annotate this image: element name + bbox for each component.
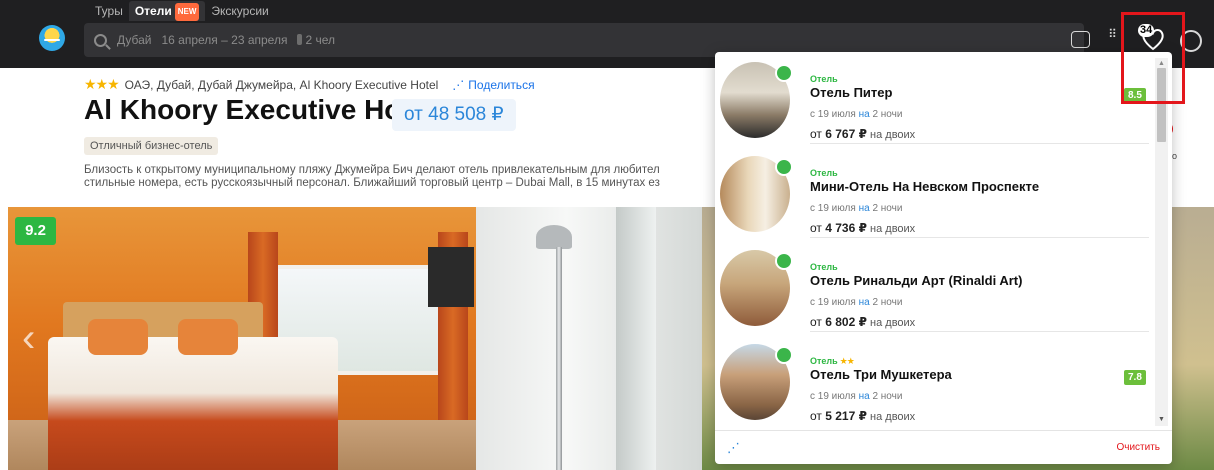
search-icon — [94, 33, 107, 47]
favorites-dropdown: Отель Отель Питер с 19 июля на 2 ночи от… — [715, 52, 1172, 464]
new-badge: NEW — [174, 3, 200, 21]
divider — [810, 237, 1149, 238]
item-dates: с 19 июля на 2 ночи — [810, 297, 903, 308]
item-price: от 4 736 ₽ на двоих — [810, 221, 916, 235]
item-name[interactable]: Отель Ринальди Арт (Rinaldi Art) — [810, 273, 1022, 288]
item-score-badge: 7.8 — [1124, 370, 1146, 385]
item-stars-icon: ★★ — [839, 356, 855, 366]
scroll-down-icon[interactable]: ▼ — [1155, 416, 1168, 426]
search-dates[interactable]: 16 апреля – 23 апреля — [162, 33, 288, 47]
photo-shower-pipe — [556, 247, 562, 470]
clear-button[interactable]: Очистить — [1116, 442, 1160, 453]
favorite-status-dot — [775, 64, 793, 82]
hotel-price[interactable]: от 48 508 ₽ — [392, 99, 516, 131]
photo-bed — [48, 337, 338, 470]
share-icon: ⋰ — [452, 77, 465, 92]
photo-shower-head — [536, 225, 572, 249]
item-price: от 6 767 ₽ на двоих — [810, 127, 916, 141]
divider — [810, 331, 1149, 332]
search-destination[interactable]: Дубай — [117, 33, 152, 47]
highlight-annotation — [1121, 12, 1185, 104]
breadcrumb-text[interactable]: ОАЭ, Дубай, Дубай Джумейра, Al Khoory Ex… — [125, 78, 439, 92]
item-kind: Отель — [810, 262, 838, 272]
photo-pillow — [88, 319, 148, 355]
favorite-item[interactable]: Отель Мини-Отель На Невском Проспекте с … — [715, 146, 1155, 240]
item-kind: Отель ★★ — [810, 356, 855, 366]
item-dates: с 19 июля на 2 ночи — [810, 391, 903, 402]
item-name[interactable]: Отель Три Мушкетера — [810, 367, 952, 382]
tab-tours[interactable]: Туры — [89, 1, 129, 21]
dropdown-footer: ⋰ Очистить — [715, 430, 1172, 464]
favorite-status-dot — [775, 252, 793, 270]
divider — [810, 143, 1149, 144]
hotel-tag: Отличный бизнес-отель — [84, 137, 219, 155]
chat-icon[interactable] — [1068, 28, 1092, 52]
page-title: Al Khoory Executive Hotel — [84, 94, 435, 125]
item-price: от 5 217 ₽ на двоих — [810, 409, 916, 423]
chevron-left-icon[interactable]: ‹ — [22, 313, 52, 363]
tab-excursions[interactable]: Экскурсии — [205, 1, 274, 21]
hotel-description: Близость к открытому муниципальному пляж… — [84, 164, 660, 189]
favorite-status-dot — [775, 158, 793, 176]
favorite-item[interactable]: Отель ★★ Отель Три Мушкетера с 19 июля на… — [715, 334, 1155, 428]
person-icon — [297, 34, 303, 45]
item-name[interactable]: Мини-Отель На Невском Проспекте — [810, 179, 1039, 194]
hotel-photo-bathroom[interactable] — [476, 207, 702, 470]
item-kind: Отель — [810, 74, 838, 84]
hotel-photo-room[interactable] — [8, 207, 476, 470]
tab-hotels[interactable]: Отели NEW — [128, 1, 206, 21]
breadcrumb: ★★★ ОАЭ, Дубай, Дубай Джумейра, Al Khoor… — [84, 76, 535, 93]
hotel-stars-icon: ★★★ — [84, 76, 120, 92]
favorite-item[interactable]: Отель Отель Питер с 19 июля на 2 ночи от… — [715, 52, 1155, 146]
search-guests[interactable]: 2 чел — [297, 33, 335, 47]
item-dates: с 19 июля на 2 ночи — [810, 109, 903, 120]
item-kind: Отель — [810, 168, 838, 178]
logo-icon[interactable] — [39, 25, 65, 51]
photo-glass — [616, 207, 656, 470]
product-tabs: Туры Отели NEW Экскурсии — [89, 0, 275, 22]
share-link[interactable]: ⋰ Поделиться — [452, 78, 534, 92]
share-icon[interactable]: ⋰ — [727, 440, 740, 456]
item-name[interactable]: Отель Питер — [810, 85, 892, 100]
photo-pillow — [178, 319, 238, 355]
hotel-rating-badge: 9.2 — [15, 217, 56, 245]
favorites-list: Отель Отель Питер с 19 июля на 2 ночи от… — [715, 52, 1155, 430]
item-dates: с 19 июля на 2 ночи — [810, 203, 903, 214]
photo-tv — [428, 247, 474, 307]
favorite-status-dot — [775, 346, 793, 364]
favorite-item[interactable]: Отель Отель Ринальди Арт (Rinaldi Art) с… — [715, 240, 1155, 334]
item-price: от 6 802 ₽ на двоих — [810, 315, 916, 329]
